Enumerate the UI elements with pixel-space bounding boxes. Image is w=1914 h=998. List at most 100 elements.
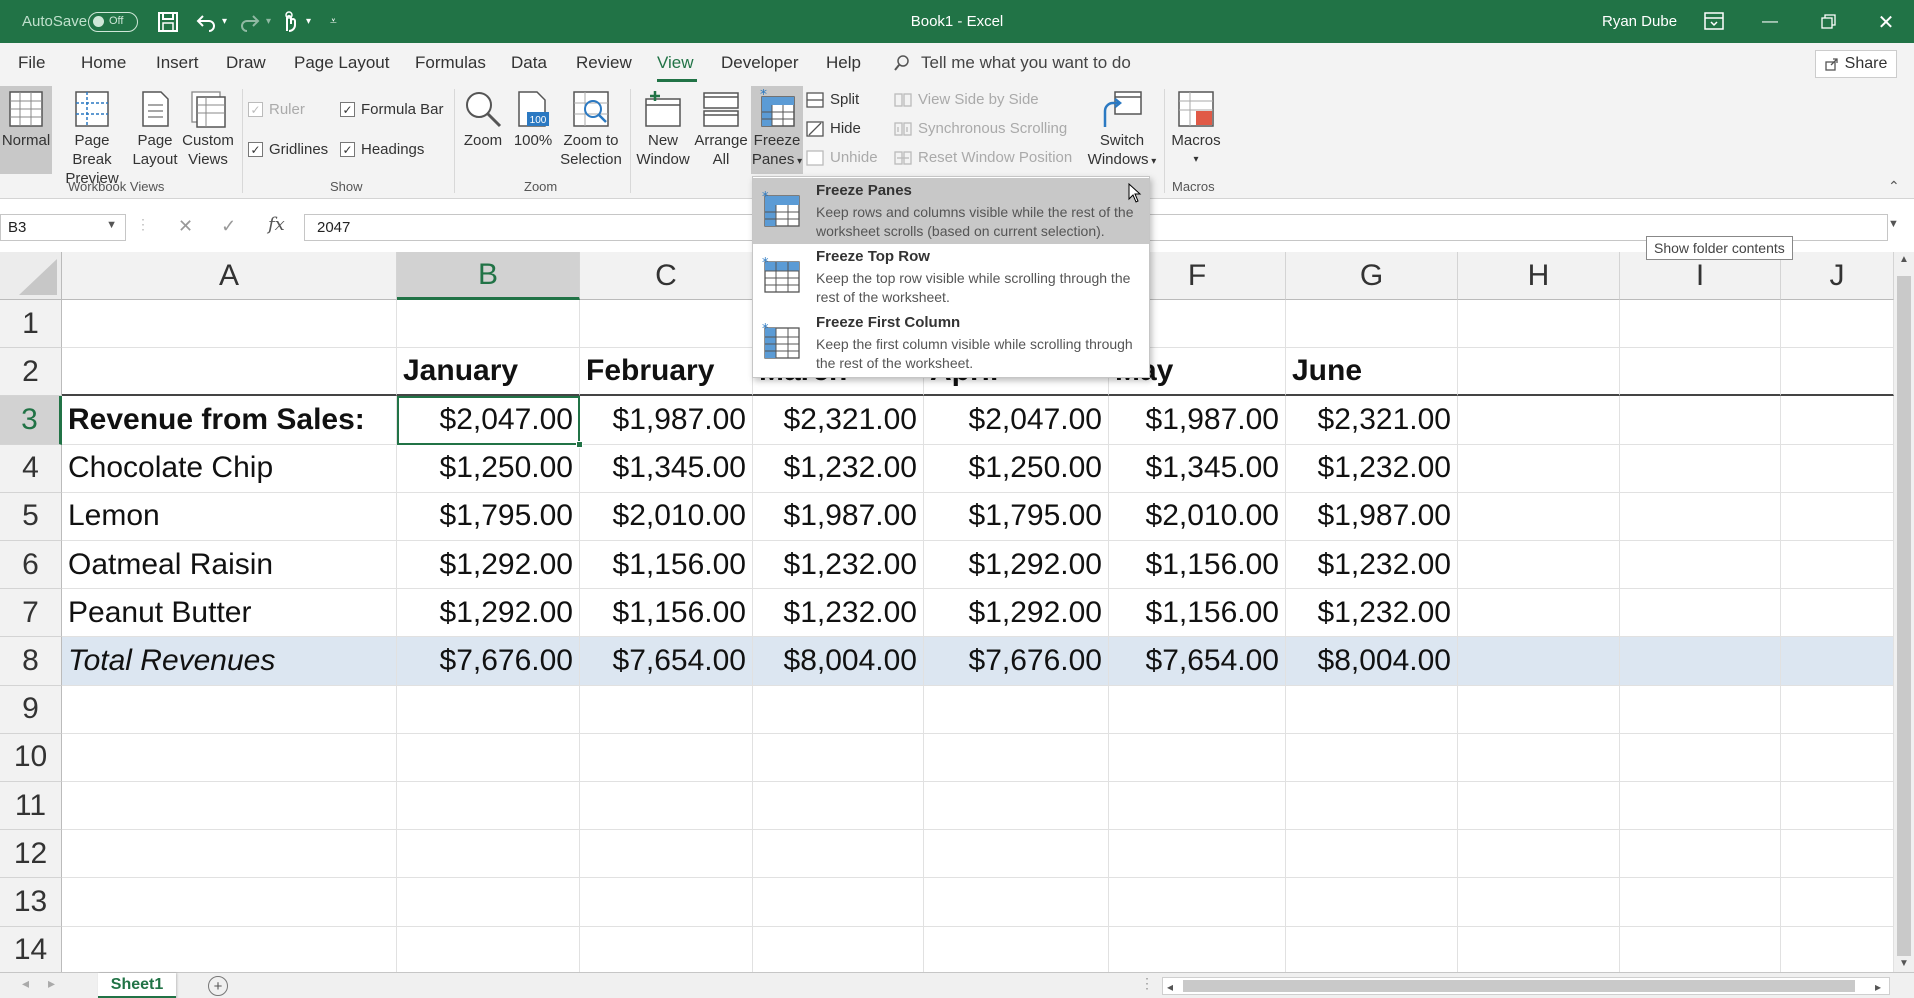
cell-d9[interactable]	[753, 685, 924, 734]
horizontal-scroll-thumb[interactable]	[1183, 980, 1855, 992]
row-header-9[interactable]: 9	[0, 685, 62, 734]
view-side-by-side-button[interactable]: View Side by Side	[894, 91, 1039, 108]
horizontal-scrollbar[interactable]: ◂ ▸	[1162, 977, 1890, 995]
cell-e14[interactable]	[924, 926, 1109, 975]
zoom-100-button[interactable]: 100 100%	[510, 89, 556, 150]
cell-b5[interactable]: $1,795.00	[397, 492, 580, 541]
cell-h4[interactable]	[1458, 444, 1620, 493]
cell-d6[interactable]: $1,232.00	[753, 541, 924, 590]
cell-g9[interactable]	[1286, 685, 1458, 734]
cell-d4[interactable]: $1,232.00	[753, 444, 924, 493]
cell-a5[interactable]: Lemon	[62, 492, 397, 541]
prev-sheet-icon[interactable]: ◂	[22, 975, 29, 992]
switch-windows-button[interactable]: Switch Windows ▾	[1084, 89, 1160, 171]
name-box[interactable]: B3 ▼	[0, 214, 126, 241]
reset-window-position-button[interactable]: Reset Window Position	[894, 149, 1072, 166]
cell-b8[interactable]: $7,676.00	[397, 637, 580, 686]
cell-b1[interactable]	[397, 300, 580, 349]
redo-dropdown-icon[interactable]: ▾	[266, 0, 271, 43]
tab-review[interactable]: Review	[576, 53, 632, 73]
new-window-button[interactable]: New Window	[634, 89, 692, 169]
macros-button[interactable]: Macros ▾	[1168, 89, 1224, 169]
cell-f5[interactable]: $2,010.00	[1109, 492, 1286, 541]
row-header-12[interactable]: 12	[0, 830, 62, 879]
cell-c3[interactable]: $1,987.00	[580, 396, 753, 445]
arrange-all-button[interactable]: Arrange All	[692, 89, 750, 169]
cell-j5[interactable]	[1781, 492, 1894, 541]
cell-c14[interactable]	[580, 926, 753, 975]
cell-a11[interactable]	[62, 782, 397, 831]
collapse-ribbon-icon[interactable]: ⌃	[1888, 178, 1900, 195]
cell-h5[interactable]	[1458, 492, 1620, 541]
fill-handle[interactable]	[576, 440, 583, 448]
row-header-1[interactable]: 1	[0, 300, 62, 349]
split-button[interactable]: Split	[806, 91, 859, 108]
cell-i6[interactable]	[1620, 541, 1781, 590]
insert-function-icon[interactable]: fx	[268, 214, 285, 235]
cell-f13[interactable]	[1109, 878, 1286, 927]
tab-formulas[interactable]: Formulas	[415, 53, 486, 73]
cell-e9[interactable]	[924, 685, 1109, 734]
cell-g6[interactable]: $1,232.00	[1286, 541, 1458, 590]
vertical-scroll-thumb[interactable]	[1897, 276, 1911, 956]
cell-j14[interactable]	[1781, 926, 1894, 975]
cell-a12[interactable]	[62, 830, 397, 879]
tab-split-handle-icon[interactable]: ⋮	[1140, 975, 1154, 992]
cell-e5[interactable]: $1,795.00	[924, 492, 1109, 541]
cell-i7[interactable]	[1620, 589, 1781, 638]
cell-i14[interactable]	[1620, 926, 1781, 975]
cell-d14[interactable]	[753, 926, 924, 975]
cell-c4[interactable]: $1,345.00	[580, 444, 753, 493]
cell-b3[interactable]: $2,047.00	[397, 396, 580, 445]
cell-j8[interactable]	[1781, 637, 1894, 686]
tab-file[interactable]: File	[18, 53, 45, 73]
cell-j13[interactable]	[1781, 878, 1894, 927]
cell-g12[interactable]	[1286, 830, 1458, 879]
cell-b14[interactable]	[397, 926, 580, 975]
cell-d10[interactable]	[753, 733, 924, 782]
cell-a14[interactable]	[62, 926, 397, 975]
cell-h1[interactable]	[1458, 300, 1620, 349]
cell-e3[interactable]: $2,047.00	[924, 396, 1109, 445]
cell-e8[interactable]: $7,676.00	[924, 637, 1109, 686]
cell-h6[interactable]	[1458, 541, 1620, 590]
cell-i10[interactable]	[1620, 733, 1781, 782]
row-header-14[interactable]: 14	[0, 926, 62, 975]
cell-a9[interactable]	[62, 685, 397, 734]
cell-b7[interactable]: $1,292.00	[397, 589, 580, 638]
cell-i12[interactable]	[1620, 830, 1781, 879]
cell-c6[interactable]: $1,156.00	[580, 541, 753, 590]
cell-d7[interactable]: $1,232.00	[753, 589, 924, 638]
cell-j4[interactable]	[1781, 444, 1894, 493]
undo-dropdown-icon[interactable]: ▾	[222, 0, 227, 43]
menu-freeze-top-row[interactable]: * Freeze Top Row Keep the top row visibl…	[753, 244, 1149, 310]
zoom-button[interactable]: Zoom	[458, 89, 508, 150]
cell-i8[interactable]	[1620, 637, 1781, 686]
row-header-4[interactable]: 4	[0, 444, 62, 493]
cell-b10[interactable]	[397, 733, 580, 782]
tell-me-search[interactable]: Tell me what you want to do	[893, 53, 1131, 73]
cell-h3[interactable]	[1458, 396, 1620, 445]
formula-bar-checkbox[interactable]: ✓ Formula Bar	[340, 101, 444, 118]
cell-i13[interactable]	[1620, 878, 1781, 927]
freeze-panes-button[interactable]: * Freeze Panes ▾	[751, 89, 803, 171]
row-header-2[interactable]: 2	[0, 348, 62, 397]
menu-freeze-panes[interactable]: * Freeze Panes Keep rows and columns vis…	[753, 178, 1149, 244]
cell-d13[interactable]	[753, 878, 924, 927]
row-header-7[interactable]: 7	[0, 589, 62, 638]
cell-e12[interactable]	[924, 830, 1109, 879]
cell-f11[interactable]	[1109, 782, 1286, 831]
minimize-icon[interactable]: —	[1756, 8, 1784, 36]
cell-a2[interactable]	[62, 348, 397, 397]
column-header-a[interactable]: A	[62, 252, 397, 300]
cell-i4[interactable]	[1620, 444, 1781, 493]
user-name[interactable]: Ryan Dube	[1602, 13, 1677, 30]
cell-h7[interactable]	[1458, 589, 1620, 638]
cell-h2[interactable]	[1458, 348, 1620, 397]
row-header-11[interactable]: 11	[0, 782, 62, 831]
cell-c10[interactable]	[580, 733, 753, 782]
touch-mode-icon[interactable]	[278, 10, 302, 34]
cell-g8[interactable]: $8,004.00	[1286, 637, 1458, 686]
row-header-5[interactable]: 5	[0, 492, 62, 541]
page-layout-button[interactable]: Page Layout	[130, 89, 180, 169]
